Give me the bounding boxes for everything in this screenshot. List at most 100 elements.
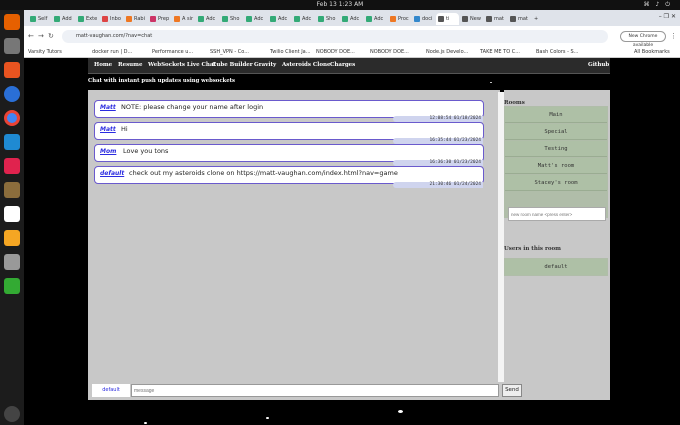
bookmark-item[interactable]: Node.js Develo... xyxy=(426,49,468,55)
browser-tab[interactable]: Adc xyxy=(244,13,267,25)
star xyxy=(490,82,492,83)
browser-tab[interactable]: Inbo xyxy=(100,13,123,25)
message-text: Hi xyxy=(121,125,128,133)
browser-tab[interactable]: doci xyxy=(412,13,435,25)
apps-grid-icon[interactable] xyxy=(4,406,20,422)
browser-tab[interactable]: Adc xyxy=(268,13,291,25)
back-icon[interactable]: ← xyxy=(28,32,34,40)
tab-favicon-icon xyxy=(390,16,396,22)
room-item[interactable]: Matt's room xyxy=(505,158,607,174)
bookmark-item[interactable]: NOBODY DOE... xyxy=(316,49,355,55)
tab-favicon-icon xyxy=(270,16,276,22)
browser-tab[interactable]: Exte xyxy=(76,13,99,25)
help-icon[interactable] xyxy=(4,86,20,102)
browser-tab[interactable]: Sho xyxy=(220,13,243,25)
nav-link-charges[interactable]: Charges xyxy=(330,62,355,68)
files-icon[interactable] xyxy=(4,38,20,54)
message-text: Love you tons xyxy=(123,147,169,155)
system-tray[interactable]: ⌘ ♪ ⏻ xyxy=(644,1,672,9)
bookmark-item[interactable]: Twilio Client Ja... xyxy=(270,49,311,55)
bookmark-item[interactable]: TAKE ME TO C... xyxy=(480,49,520,55)
user-item[interactable]: default xyxy=(505,259,607,275)
browser-tab[interactable]: New xyxy=(460,13,483,25)
send-button[interactable]: Send xyxy=(502,384,522,397)
disk-icon[interactable] xyxy=(4,254,20,270)
browser-tab[interactable]: ti xyxy=(436,13,459,25)
tab-label: Adc xyxy=(374,16,384,22)
tab-favicon-icon xyxy=(198,16,204,22)
room-item[interactable]: Testing xyxy=(505,141,607,157)
browser-tab[interactable]: Adc xyxy=(196,13,219,25)
tab-label: Sho xyxy=(326,16,336,22)
browser-tab[interactable]: mat xyxy=(484,13,507,25)
message-timestamp: 21:30:46 01/24/2024 xyxy=(393,182,483,188)
nav-link-github[interactable]: Github xyxy=(588,62,609,68)
gimp-icon[interactable] xyxy=(4,182,20,198)
trash-icon[interactable] xyxy=(4,278,20,294)
page-tagline: Chat with instant push updates using web… xyxy=(88,78,236,84)
browser-tab[interactable]: Proc xyxy=(388,13,411,25)
bookmark-item[interactable]: docker run | D... xyxy=(92,49,132,55)
message-author[interactable]: Matt xyxy=(100,126,116,133)
nav-link-cube-builder[interactable]: Cube Builder xyxy=(212,62,253,68)
calculator-icon[interactable] xyxy=(4,230,20,246)
tab-favicon-icon xyxy=(342,16,348,22)
browser-tab[interactable]: Add xyxy=(52,13,75,25)
browser-tab[interactable]: Adc xyxy=(292,13,315,25)
current-user-name[interactable]: default xyxy=(92,384,130,397)
new-tab-icon[interactable]: + xyxy=(532,13,538,25)
nav-link-resume[interactable]: Resume xyxy=(118,62,142,68)
bookmark-item[interactable]: Bash Colors - S... xyxy=(536,49,578,55)
browser-tab[interactable]: Prep xyxy=(148,13,171,25)
slack-icon[interactable] xyxy=(4,206,20,222)
browser-tab[interactable]: A sir xyxy=(172,13,195,25)
bookmark-item[interactable]: Varsity Tutors xyxy=(28,49,62,55)
browser-tab[interactable]: Sho xyxy=(316,13,339,25)
reload-icon[interactable]: ↻ xyxy=(48,32,54,40)
nest-icon[interactable] xyxy=(4,158,20,174)
message-author[interactable]: default xyxy=(100,170,124,177)
message-author[interactable]: Matt xyxy=(100,104,116,111)
room-item[interactable]: Main xyxy=(505,107,607,123)
update-button[interactable]: New Chrome available xyxy=(620,31,666,48)
browser-tab[interactable]: Adc xyxy=(340,13,363,25)
browser-tab[interactable]: mat xyxy=(508,13,531,25)
nav-link-asteroids-clone[interactable]: Asteroids Clone xyxy=(282,62,331,68)
tab-favicon-icon xyxy=(366,16,372,22)
new-room-input[interactable] xyxy=(508,207,606,221)
bookmarks-bar: Varsity Tutors docker run | D... Performan… xyxy=(24,48,680,58)
nav-link-home[interactable]: Home xyxy=(94,62,112,68)
star xyxy=(144,422,147,424)
chrome-icon[interactable] xyxy=(4,110,20,126)
browser-tab[interactable]: Self xyxy=(28,13,51,25)
all-bookmarks-button[interactable]: All Bookmarks xyxy=(634,49,670,55)
vscode-icon[interactable] xyxy=(4,134,20,150)
tab-label: Rabi xyxy=(134,16,145,22)
window-controls[interactable]: – ❐ ✕ xyxy=(659,13,676,20)
nav-link-websockets-live-chat[interactable]: WebSockets Live Chat xyxy=(148,62,216,68)
app-store-icon[interactable] xyxy=(4,62,20,78)
message-author[interactable]: Mom xyxy=(100,148,116,155)
bookmark-item[interactable]: NOBODY DOE... xyxy=(370,49,409,55)
firefox-icon[interactable] xyxy=(4,14,20,30)
menu-icon[interactable]: ⋮ xyxy=(670,32,677,40)
tab-strip: Self Add Exte Inbo Rabi Prep A sir Adc Sho Adc Adc… xyxy=(24,10,680,26)
clock[interactable]: Feb 13 1:23 AM xyxy=(0,1,680,8)
browser-tab[interactable]: Adc xyxy=(364,13,387,25)
room-item[interactable]: Special xyxy=(505,124,607,140)
message-input[interactable] xyxy=(131,384,499,397)
forward-icon[interactable]: → xyxy=(38,32,44,40)
tab-favicon-icon xyxy=(462,16,468,22)
nav-link-gravity[interactable]: Gravity xyxy=(254,62,276,68)
tab-label: Adc xyxy=(350,16,360,22)
tab-favicon-icon xyxy=(294,16,300,22)
chat-message: Mom Love you tons 16:36:30 01/23/2024 xyxy=(94,144,484,166)
browser-tab[interactable]: Rabi xyxy=(124,13,147,25)
tab-label: Add xyxy=(62,16,72,22)
tab-favicon-icon xyxy=(438,16,444,22)
room-item[interactable]: Stacey's room xyxy=(505,175,607,191)
bookmark-item[interactable]: Performance u... xyxy=(152,49,193,55)
tab-label: mat xyxy=(494,16,504,22)
bookmark-item[interactable]: SSH_VPN - Co... xyxy=(210,49,249,55)
url-input[interactable]: matt-vaughan.com/?nav=chat xyxy=(62,30,608,43)
